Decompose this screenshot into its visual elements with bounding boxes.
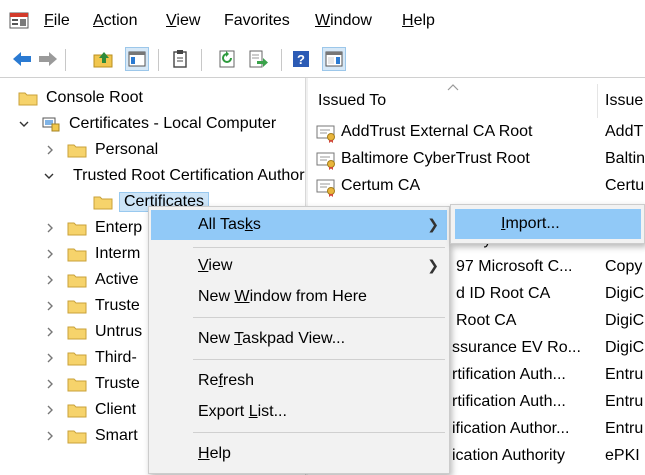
toolbar-separator (65, 49, 66, 71)
menu-favorites[interactable]: Favorites (224, 12, 290, 30)
chevron-right-icon[interactable] (43, 377, 57, 391)
chevron-right-icon[interactable] (43, 221, 57, 235)
svg-text:?: ? (297, 52, 305, 67)
tree-node-personal[interactable]: Personal (43, 137, 158, 163)
chevron-right-icon[interactable] (43, 351, 57, 365)
menu-file[interactable]: File (44, 12, 70, 30)
menu-bar: File Action View Favorites Window Help (0, 0, 645, 42)
properties-icon[interactable] (168, 47, 192, 71)
chevron-right-icon[interactable] (43, 247, 57, 261)
tree-node-third-party[interactable]: Third- (43, 345, 137, 371)
tree-node-console-root[interactable]: Console Root (18, 85, 143, 111)
folder-icon (67, 404, 87, 418)
menu-item-view[interactable]: View ❯ (151, 251, 447, 281)
chevron-right-icon[interactable] (43, 299, 57, 313)
chevron-right-icon[interactable] (43, 273, 57, 287)
chevron-right-icon[interactable] (43, 325, 57, 339)
folder-icon (93, 196, 113, 210)
up-folder-icon[interactable] (92, 47, 116, 71)
menu-item-all-tasks[interactable]: All Tasks ❯ (151, 210, 447, 240)
tree-node-trusted-people[interactable]: Truste (43, 371, 140, 397)
menu-item-refresh[interactable]: Refresh (151, 366, 447, 396)
menu-separator (193, 317, 445, 318)
chevron-right-icon[interactable] (43, 143, 57, 157)
tree-node-smart-card[interactable]: Smart (43, 423, 138, 449)
submenu-arrow-icon: ❯ (427, 216, 439, 232)
submenu-arrow-icon: ❯ (427, 257, 439, 273)
table-row[interactable]: Certum CA Certu (308, 174, 645, 201)
menu-item-new-window[interactable]: New Window from Here (151, 282, 447, 312)
folder-icon (67, 300, 87, 314)
context-menu: All Tasks ❯ View ❯ New Window from Here … (148, 206, 450, 474)
menu-item-help[interactable]: Help (151, 439, 447, 469)
menu-help[interactable]: Help (402, 12, 435, 30)
certificate-icon (316, 125, 335, 143)
folder-icon (67, 352, 87, 366)
tree-node-client-auth[interactable]: Client (43, 397, 136, 423)
menu-window[interactable]: Window (315, 12, 372, 30)
mmc-app-icon[interactable] (9, 11, 29, 31)
tree-node-enterprise[interactable]: Enterp (43, 215, 142, 241)
menu-separator (193, 359, 445, 360)
chevron-down-icon[interactable] (17, 117, 31, 131)
show-hide-tree-icon[interactable] (125, 47, 149, 71)
tree-node-trusted-root[interactable]: Trusted Root Certification Authorities (43, 163, 306, 189)
show-hide-action-pane-icon[interactable] (322, 47, 346, 71)
menu-action[interactable]: Action (93, 12, 137, 30)
toolbar-separator (158, 49, 159, 71)
refresh-icon[interactable] (215, 47, 239, 71)
folder-icon (67, 274, 87, 288)
menu-view[interactable]: View (166, 12, 200, 30)
certificate-icon (316, 179, 335, 197)
chevron-right-icon[interactable] (43, 403, 57, 417)
export-list-icon[interactable] (246, 47, 270, 71)
toolbar-separator (201, 49, 202, 71)
toolbar: ? (0, 42, 645, 78)
tree-node-certificates-local-computer[interactable]: Certificates - Local Computer (17, 111, 276, 137)
certificate-icon (316, 152, 335, 170)
menu-item-import[interactable]: Import... (455, 209, 641, 239)
table-row[interactable]: Baltimore CyberTrust Root Baltin (308, 147, 645, 174)
folder-icon (18, 92, 38, 106)
sort-ascending-icon (447, 84, 459, 91)
tree-node-active-directory[interactable]: Active (43, 267, 139, 293)
menu-item-new-taskpad[interactable]: New Taskpad View... (151, 324, 447, 354)
menu-separator (193, 432, 445, 433)
toolbar-separator (281, 49, 282, 71)
chevron-down-icon[interactable] (43, 169, 55, 183)
folder-icon (67, 222, 87, 236)
menu-separator (193, 247, 445, 248)
column-separator[interactable] (597, 84, 598, 118)
table-row[interactable]: AddTrust External CA Root AddT (308, 120, 645, 147)
back-icon[interactable] (10, 47, 34, 71)
menu-item-export-list[interactable]: Export List... (151, 397, 447, 427)
tree-node-trusted-publishers[interactable]: Truste (43, 293, 140, 319)
column-header-issued-by[interactable]: Issue (605, 82, 645, 120)
tree-node-untrusted[interactable]: Untrus (43, 319, 142, 345)
folder-icon (67, 144, 87, 158)
forward-icon[interactable] (36, 47, 60, 71)
tree-node-intermediate[interactable]: Interm (43, 241, 140, 267)
chevron-right-icon[interactable] (43, 429, 57, 443)
help-icon[interactable]: ? (289, 47, 313, 71)
folder-icon (67, 248, 87, 262)
folder-icon (67, 378, 87, 392)
all-tasks-submenu: Import... (450, 204, 645, 244)
folder-icon (67, 430, 87, 444)
folder-icon (67, 326, 87, 340)
certificates-snapin-icon (42, 117, 60, 132)
